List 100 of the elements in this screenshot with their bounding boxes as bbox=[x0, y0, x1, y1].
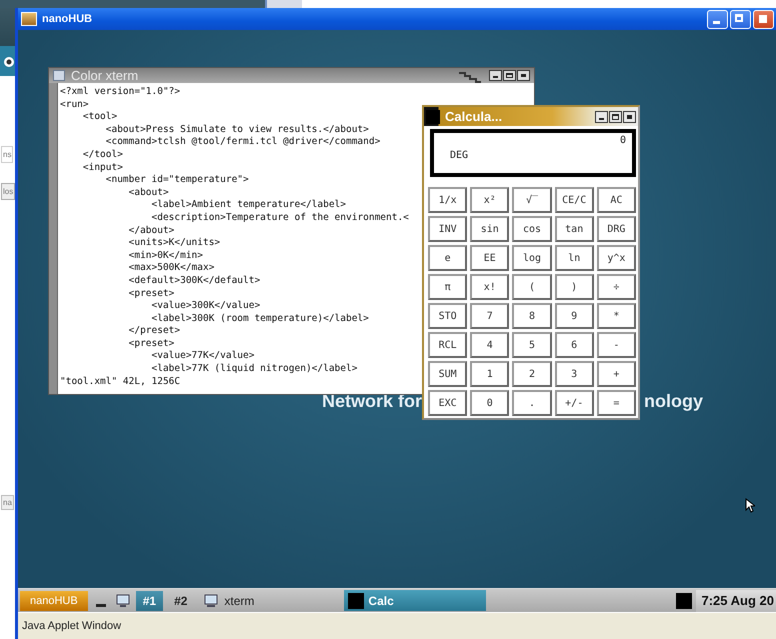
calculator-key[interactable]: sin bbox=[470, 216, 510, 242]
code-line: <label>77K (liquid nitrogen)</label> bbox=[150, 363, 358, 376]
calculator-key[interactable]: ) bbox=[554, 274, 594, 300]
calculator-key[interactable]: EE bbox=[470, 245, 510, 271]
calculator-key[interactable]: 7 bbox=[470, 303, 510, 329]
calculator-key[interactable]: - bbox=[596, 332, 636, 358]
code-line: <label>Ambient temperature</label> bbox=[150, 199, 346, 212]
calculator-key[interactable]: 6 bbox=[554, 332, 594, 358]
calculator-key[interactable]: e bbox=[428, 245, 468, 271]
calculator-key[interactable]: ÷ bbox=[596, 274, 636, 300]
minimize-button[interactable] bbox=[595, 110, 608, 122]
code-line: </preset> bbox=[128, 325, 180, 338]
calculator-key[interactable]: INV bbox=[428, 216, 468, 242]
decoration-icon bbox=[457, 70, 483, 82]
scrollbar[interactable] bbox=[49, 83, 58, 394]
circle-icon bbox=[3, 55, 15, 67]
code-line: <min>0K</min> bbox=[128, 250, 203, 262]
calculator-key[interactable]: tan bbox=[554, 216, 594, 242]
calculator-key[interactable]: 9 bbox=[554, 303, 594, 329]
calculator-key[interactable]: = bbox=[596, 390, 636, 416]
code-line: <max>500K</max> bbox=[128, 262, 214, 275]
task-label: Calc bbox=[368, 594, 394, 608]
calculator-key[interactable]: 1/x bbox=[428, 187, 468, 213]
code-line: <value>300K</value> bbox=[150, 300, 260, 313]
calculator-key[interactable]: RCL bbox=[428, 332, 468, 358]
calculator-key[interactable]: x! bbox=[470, 274, 510, 300]
code-line: <number id="temperature"> bbox=[104, 174, 249, 187]
calculator-key[interactable]: π bbox=[428, 274, 468, 300]
maximize-button[interactable] bbox=[503, 70, 516, 81]
code-line: <units>K</units> bbox=[128, 237, 220, 250]
window-title: Color xterm bbox=[71, 68, 140, 83]
calculator-key[interactable]: y^x bbox=[596, 245, 636, 271]
code-line: </about> bbox=[128, 224, 174, 238]
calculator-key[interactable]: + bbox=[596, 361, 636, 387]
display-value: 0 bbox=[620, 135, 626, 146]
calculator-key[interactable]: ln bbox=[554, 245, 594, 271]
code-line: <command>tclsh @tool/fermi.tcl @driver</command> bbox=[104, 136, 380, 149]
window-icon bbox=[53, 70, 65, 81]
maximize-button[interactable] bbox=[609, 110, 622, 122]
input-field[interactable]: ns bbox=[1, 146, 14, 163]
code-line: <input> bbox=[82, 162, 123, 174]
calculator-key[interactable]: EXC bbox=[428, 390, 468, 416]
minimize-button[interactable] bbox=[489, 70, 502, 81]
desktop-switch-button[interactable]: #2 bbox=[167, 590, 194, 610]
tray-icon bbox=[676, 592, 692, 608]
calculator-key[interactable]: * bbox=[596, 303, 636, 329]
task-label: xterm bbox=[224, 594, 254, 608]
calculator-key[interactable]: SUM bbox=[428, 361, 468, 387]
window-title: Calcula... bbox=[445, 109, 504, 124]
background-text: Network for bbox=[322, 391, 422, 412]
calculator-key[interactable]: 4 bbox=[470, 332, 510, 358]
code-line: <tool> bbox=[82, 111, 118, 124]
list-item[interactable]: na bbox=[1, 495, 14, 510]
file-status-line: "tool.xml" 42L, 1256C bbox=[60, 376, 180, 388]
code-line: <?xml version="1.0"?> bbox=[60, 86, 180, 99]
calculator-key[interactable]: ( bbox=[512, 274, 552, 300]
window-title: nanoHUB bbox=[42, 13, 94, 25]
terminal-icon bbox=[202, 592, 220, 610]
window-edge bbox=[265, 0, 302, 8]
calculator-key[interactable]: 8 bbox=[512, 303, 552, 329]
code-line: <label>300K (room temperature)</label> bbox=[150, 312, 369, 326]
code-line: <run> bbox=[60, 98, 89, 112]
calculator-key[interactable]: 5 bbox=[512, 332, 552, 358]
calculator-key[interactable]: log bbox=[512, 245, 552, 271]
code-line: <preset> bbox=[128, 288, 174, 300]
calculator-key[interactable]: AC bbox=[596, 187, 636, 213]
clock: 7:25 Aug 20 bbox=[696, 590, 776, 612]
calculator-key[interactable]: 3 bbox=[554, 361, 594, 387]
calculator-key[interactable]: cos bbox=[512, 216, 552, 242]
app-icon bbox=[21, 12, 37, 26]
calculator-key[interactable]: √‾ bbox=[512, 187, 552, 213]
code-line: <about> bbox=[128, 186, 169, 200]
code-line: </tool> bbox=[82, 148, 123, 162]
calculator-key[interactable]: . bbox=[512, 390, 552, 416]
close-button[interactable] bbox=[623, 110, 636, 122]
task-button[interactable]: Calc bbox=[344, 590, 486, 611]
code-line: <preset> bbox=[128, 338, 174, 350]
window-icon bbox=[426, 110, 440, 124]
app-icon bbox=[348, 592, 364, 608]
calculator-key[interactable]: x² bbox=[470, 187, 510, 213]
monitor-icon[interactable] bbox=[114, 592, 132, 610]
calculator-key[interactable]: CE/C bbox=[554, 187, 594, 213]
button[interactable]: los bbox=[1, 183, 16, 200]
calculator-key[interactable]: 2 bbox=[512, 361, 552, 387]
code-line: <value>77K</value> bbox=[150, 350, 254, 364]
code-line: <default>300K</default> bbox=[128, 274, 260, 288]
status-text: Java Applet Window bbox=[22, 620, 122, 632]
angle-mode: DEG bbox=[450, 150, 470, 161]
code-line: <about>Press Simulate to view results.</about> bbox=[104, 124, 369, 136]
calculator-key[interactable]: DRG bbox=[596, 216, 636, 242]
close-button[interactable] bbox=[517, 70, 530, 81]
calculator-key[interactable]: 1 bbox=[470, 361, 510, 387]
calculator-key[interactable]: +/- bbox=[554, 390, 594, 416]
task-button[interactable]: xterm bbox=[198, 590, 340, 611]
code-line: <description>Temperature of the environment.< bbox=[150, 212, 409, 225]
calculator-key[interactable]: STO bbox=[428, 303, 468, 329]
calculator-key[interactable]: 0 bbox=[470, 390, 510, 416]
desktop-switch-button[interactable]: #1 bbox=[136, 590, 164, 610]
background-text: nology bbox=[644, 391, 703, 412]
cursor-icon bbox=[745, 498, 755, 513]
